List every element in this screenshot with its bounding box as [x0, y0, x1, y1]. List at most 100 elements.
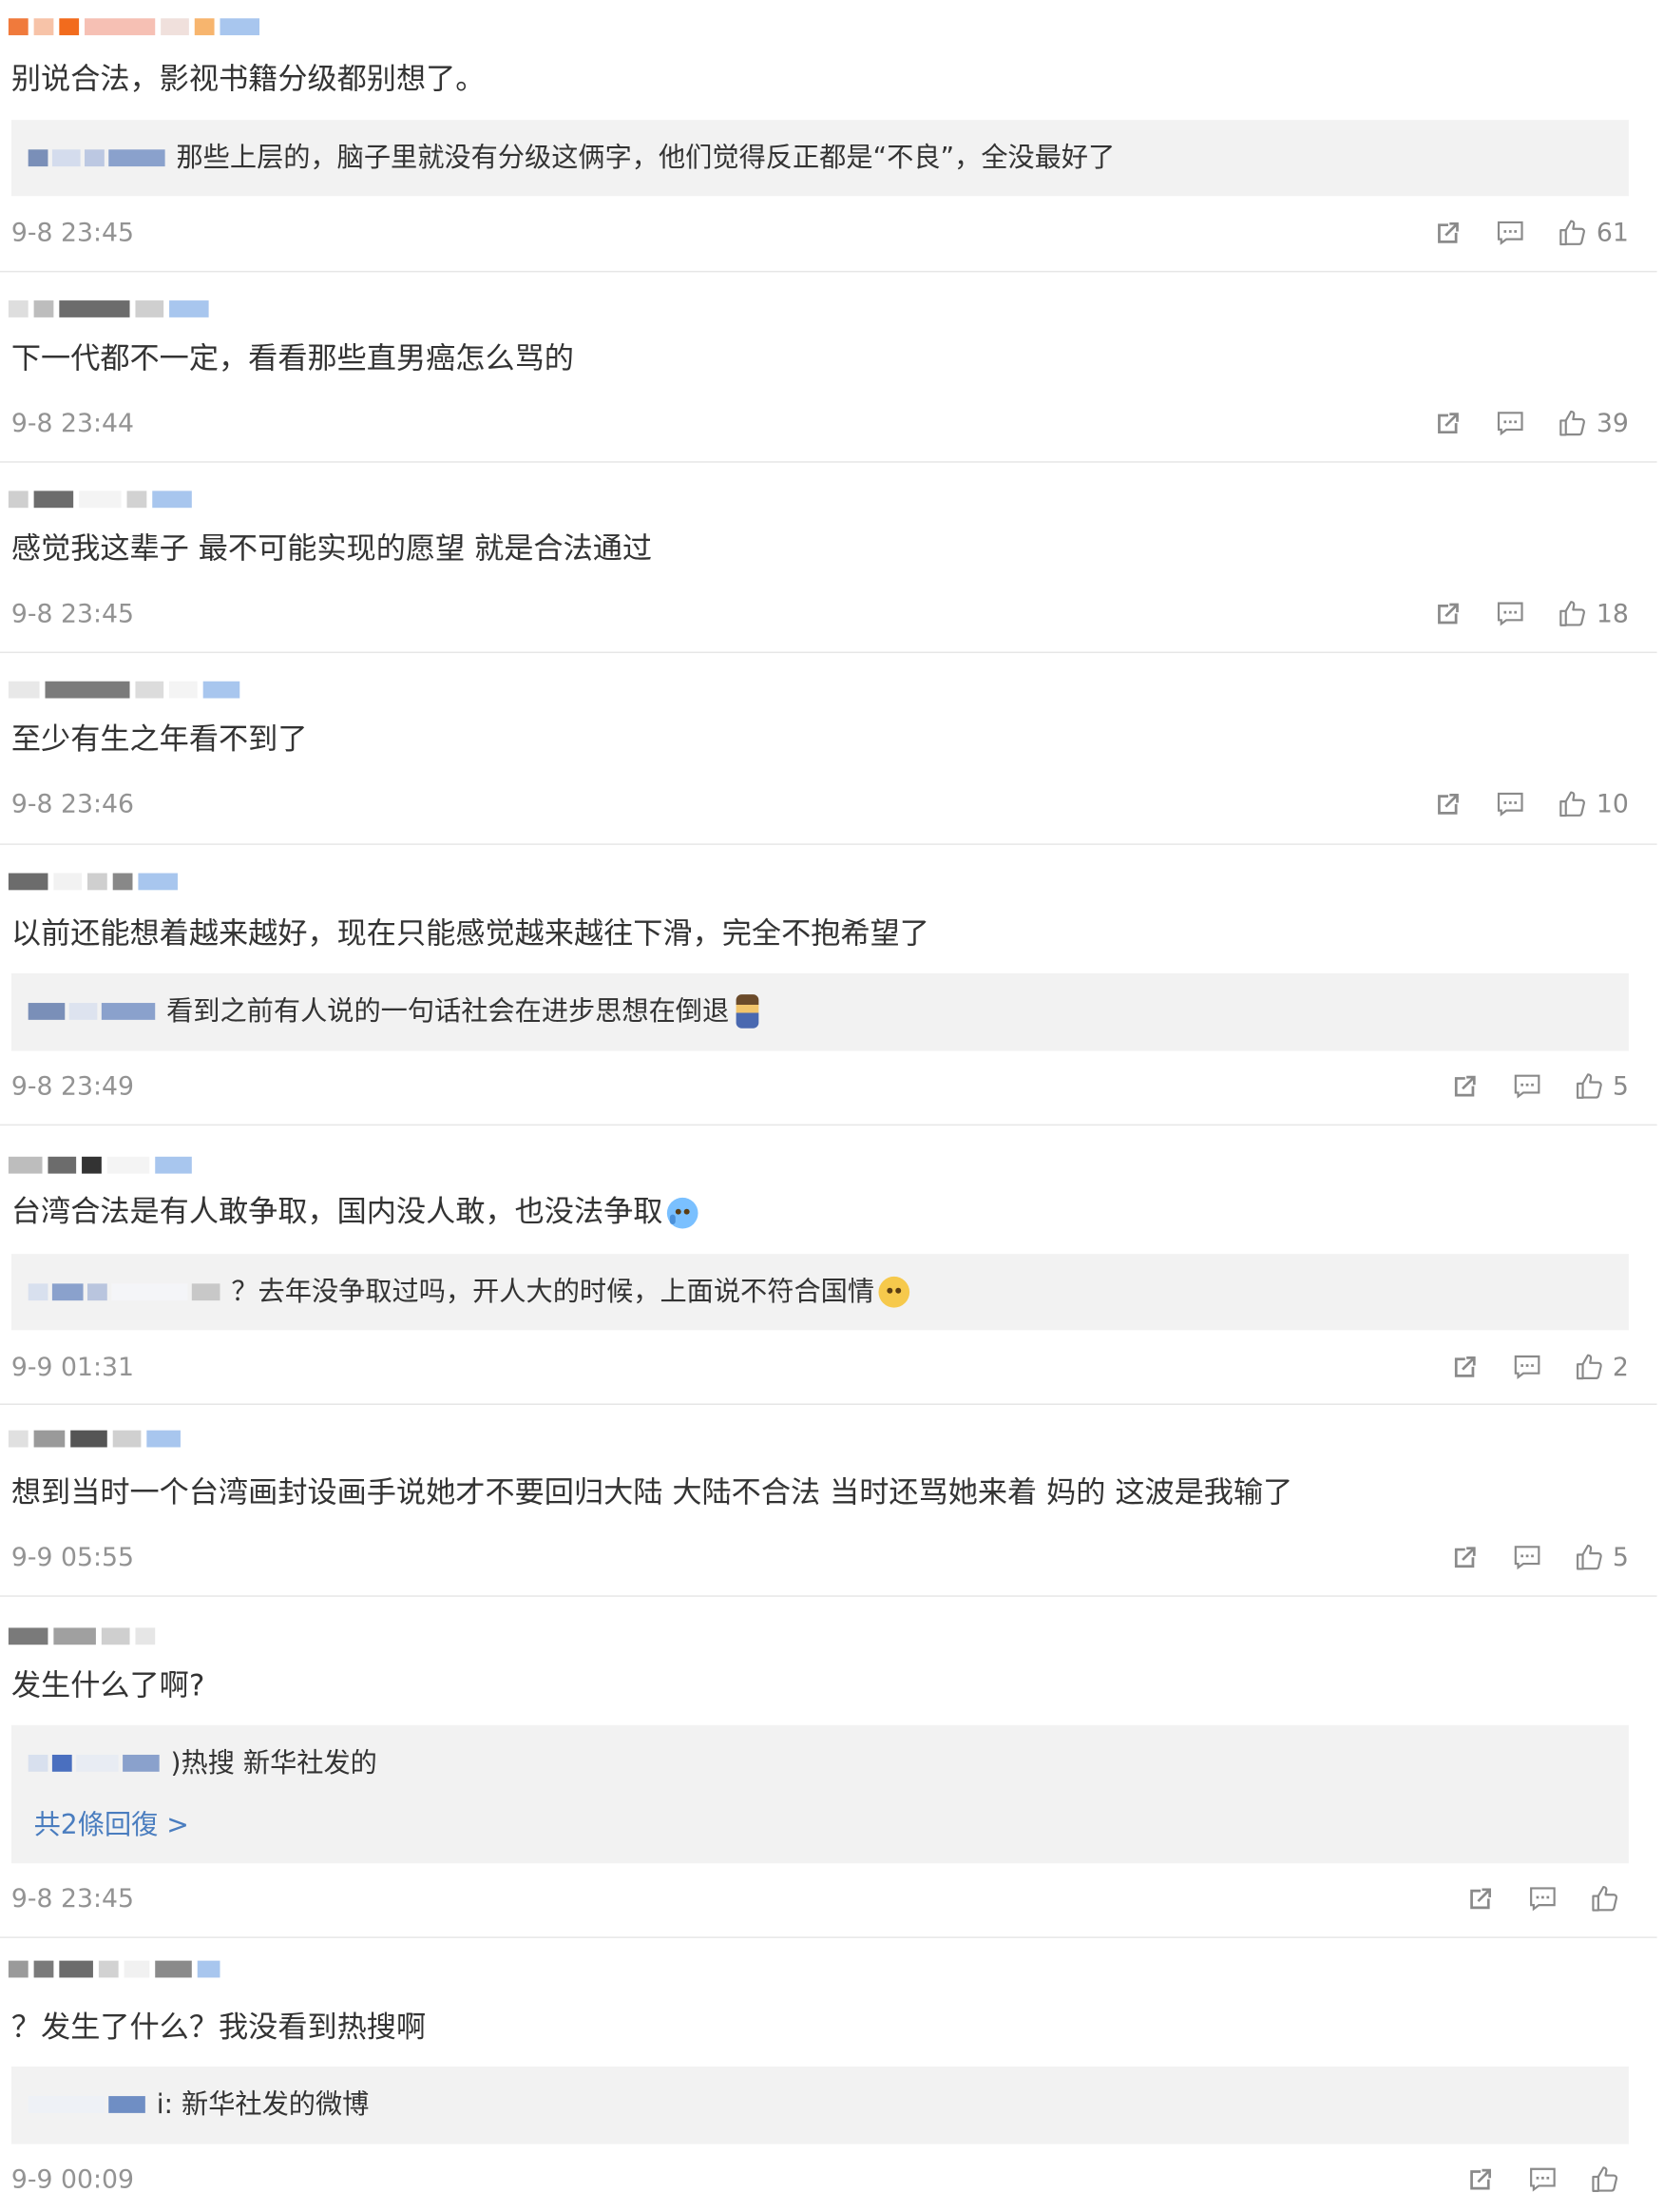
crying-emoji-icon [666, 1197, 698, 1229]
comment-actions [1465, 2164, 1629, 2195]
reply-button[interactable] [1495, 789, 1526, 820]
comment-time: 9-8 23:46 [10, 789, 134, 820]
username-blurred[interactable] [8, 872, 178, 892]
username-blurred[interactable] [8, 1155, 192, 1175]
share-out-icon [1433, 789, 1464, 820]
like-button[interactable]: 39 [1557, 408, 1629, 439]
comment-text: 想到当时一个台湾画封设画手说她才不要回归大陆 大陆不合法 当时还骂她来着 妈的 … [10, 1475, 1293, 1510]
like-button[interactable]: 10 [1557, 789, 1629, 820]
comment-text-body: 台湾合法是有人敢争取，国内没人敢，也没法争取 [10, 1194, 663, 1229]
thumbs-up-icon [1573, 1070, 1604, 1102]
like-count: 61 [1596, 218, 1629, 248]
reply-line: 那些上层的，脑子里就没有分级这俩字，他们觉得反正都是“不良”，全没最好了 [28, 140, 1116, 177]
thumbs-up-icon [1557, 598, 1588, 629]
comment-icon [1527, 1883, 1559, 1914]
reply-text: ？去年没争取过吗，开人大的时候，上面说不符合国情 [231, 1276, 875, 1308]
comment-list: 别说合法，影视书籍分级都别想了。 那些上层的，脑子里就没有分级这俩字，他们觉得反… [0, 0, 1664, 2212]
thumbs-up-icon [1589, 2164, 1620, 2195]
smile-emoji-icon [878, 1276, 910, 1308]
reply-box[interactable]: )热搜 新华社发的 共2條回復 > [10, 1724, 1629, 1864]
share-out-icon [1433, 218, 1464, 249]
like-button[interactable] [1589, 1883, 1629, 1914]
comment-icon [1527, 2164, 1559, 2195]
reply-username-blurred[interactable] [28, 1754, 160, 1772]
more-replies-link[interactable]: 共2條回復 > [34, 1804, 189, 1842]
username-blurred[interactable] [8, 299, 209, 319]
comment-actions: 61 [1433, 218, 1629, 249]
like-count: 10 [1596, 789, 1629, 819]
repost-button[interactable] [1433, 789, 1464, 820]
thumbs-up-icon [1557, 789, 1588, 820]
reply-button[interactable] [1511, 1070, 1542, 1102]
thumbs-up-icon [1589, 1883, 1620, 1914]
thumbs-up-icon [1573, 1542, 1604, 1573]
reply-button[interactable] [1527, 2164, 1559, 2195]
comment-text: 别说合法，影视书籍分级都别想了。 [10, 62, 486, 96]
comment-icon [1495, 408, 1526, 439]
username-blurred[interactable] [8, 1959, 220, 1979]
reply-button[interactable] [1511, 1352, 1542, 1383]
comment-item: 以前还能想着越来越好，现在只能感觉越来越往下滑，完全不抱希望了 看到之前有人说的… [0, 843, 1657, 1126]
like-button[interactable]: 5 [1573, 1542, 1629, 1573]
reply-box[interactable]: i: 新华社发的微博 [10, 2066, 1629, 2145]
repost-button[interactable] [1449, 1070, 1481, 1102]
reply-line: )热搜 新华社发的 [28, 1745, 377, 1782]
reply-box[interactable]: 看到之前有人说的一句话社会在进步思想在倒退 [10, 972, 1629, 1051]
like-button[interactable]: 61 [1557, 218, 1629, 249]
reply-line: i: 新华社发的微博 [28, 2087, 369, 2124]
username-blurred[interactable] [8, 1429, 181, 1449]
share-out-icon [1449, 1352, 1481, 1383]
comment-actions: 39 [1433, 408, 1629, 439]
comment-item: 至少有生之年看不到了 9-8 23:46 10 [0, 652, 1657, 845]
comment-icon [1511, 1070, 1542, 1102]
comment-text: ？发生了什么？我没看到热搜啊 [10, 2010, 427, 2045]
share-out-icon [1433, 598, 1464, 629]
comment-actions: 5 [1449, 1070, 1629, 1102]
comment-time: 9-8 23:45 [10, 599, 134, 629]
reply-box[interactable]: ？去年没争取过吗，开人大的时候，上面说不符合国情 [10, 1254, 1629, 1331]
repost-button[interactable] [1449, 1352, 1481, 1383]
username-blurred[interactable] [8, 1626, 156, 1646]
username-blurred[interactable] [8, 490, 192, 510]
reply-button[interactable] [1527, 1883, 1559, 1914]
reply-text: 那些上层的，脑子里就没有分级这俩字，他们觉得反正都是“不良”，全没最好了 [176, 142, 1116, 174]
reply-box[interactable]: 那些上层的，脑子里就没有分级这俩字，他们觉得反正都是“不良”，全没最好了 [10, 120, 1629, 197]
like-button[interactable] [1589, 2164, 1629, 2195]
reply-username-blurred[interactable] [28, 1283, 220, 1301]
repost-button[interactable] [1465, 1883, 1497, 1914]
comment-icon [1511, 1352, 1542, 1383]
comment-actions: 10 [1433, 789, 1629, 820]
like-count: 39 [1596, 408, 1629, 438]
like-count: 2 [1612, 1352, 1629, 1382]
comment-time: 9-9 01:31 [10, 1353, 134, 1383]
comment-icon [1495, 789, 1526, 820]
comment-actions: 18 [1433, 598, 1629, 629]
reply-button[interactable] [1511, 1542, 1542, 1573]
reply-username-blurred[interactable] [28, 149, 165, 167]
comment-actions: 5 [1449, 1542, 1629, 1573]
reply-button[interactable] [1495, 598, 1526, 629]
reply-button[interactable] [1495, 408, 1526, 439]
reply-username-blurred[interactable] [28, 2096, 145, 2113]
like-count: 5 [1612, 1071, 1629, 1102]
repost-button[interactable] [1465, 2164, 1497, 2195]
repost-button[interactable] [1433, 218, 1464, 249]
username-blurred[interactable] [8, 680, 240, 700]
share-out-icon [1465, 1883, 1497, 1914]
comment-icon [1495, 598, 1526, 629]
comment-item: 下一代都不一定，看看那些直男癌怎么骂的 9-8 23:44 39 [0, 271, 1657, 463]
like-count: 18 [1596, 598, 1629, 629]
reply-username-blurred[interactable] [28, 1003, 156, 1020]
comment-time: 9-9 00:09 [10, 2164, 134, 2195]
share-out-icon [1465, 2164, 1497, 2195]
like-button[interactable]: 2 [1573, 1352, 1629, 1383]
username-blurred[interactable] [8, 17, 260, 37]
like-button[interactable]: 5 [1573, 1070, 1629, 1102]
repost-button[interactable] [1433, 598, 1464, 629]
reply-line: 看到之前有人说的一句话社会在进步思想在倒退 [28, 993, 759, 1030]
repost-button[interactable] [1449, 1542, 1481, 1573]
comment-item: 发生什么了啊? )热搜 新华社发的 共2條回復 > 9-8 23:45 [0, 1595, 1657, 1938]
like-button[interactable]: 18 [1557, 598, 1629, 629]
repost-button[interactable] [1433, 408, 1464, 439]
reply-button[interactable] [1495, 218, 1526, 249]
